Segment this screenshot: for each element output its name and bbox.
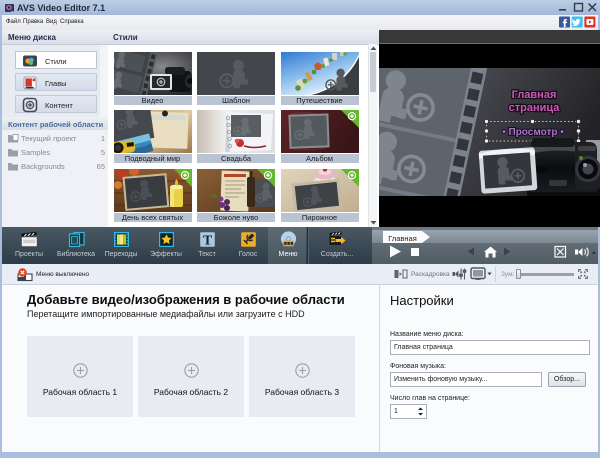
svg-text:T: T (202, 234, 212, 248)
svg-text:• Просмотр •: • Просмотр • (502, 127, 564, 138)
svg-text:Главная: Главная (512, 89, 557, 101)
svg-text:страница: страница (509, 102, 561, 114)
